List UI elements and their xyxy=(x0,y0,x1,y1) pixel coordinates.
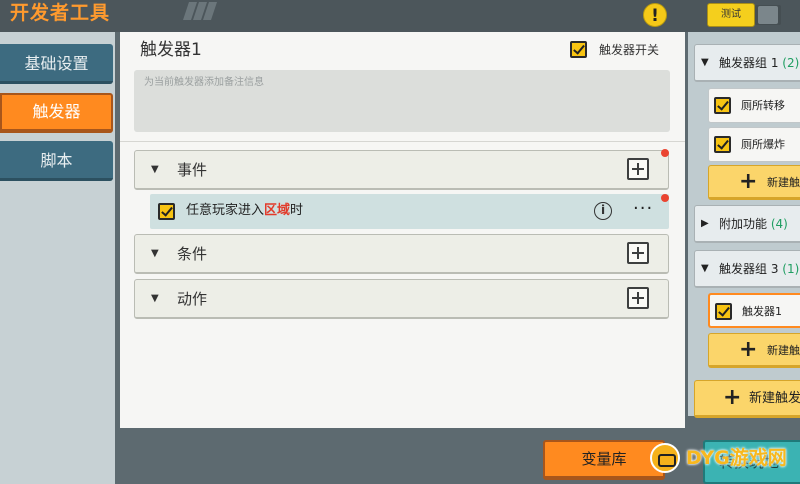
caret-down-icon[interactable]: ▼ xyxy=(151,164,159,176)
section-label: 动作 xyxy=(177,290,208,308)
notification-dot xyxy=(661,194,669,202)
section-conditions[interactable]: ▼ 条件 xyxy=(134,234,669,274)
tab-triggers[interactable]: 触发器 xyxy=(0,93,113,133)
new-trigger-button[interactable]: + 新建触 xyxy=(708,165,800,200)
info-icon[interactable]: i xyxy=(594,202,612,220)
section-actions[interactable]: ▼ 动作 xyxy=(134,279,669,319)
caret-down-icon[interactable]: ▼ xyxy=(701,57,709,69)
tab-scripts[interactable]: 脚本 xyxy=(0,141,113,181)
caret-down-icon[interactable]: ▼ xyxy=(701,263,709,275)
alert-icon[interactable]: ! xyxy=(643,3,667,27)
add-event-button[interactable] xyxy=(627,158,649,180)
header-bar xyxy=(0,0,800,32)
trigger-item-label: 厕所爆炸 xyxy=(741,138,785,151)
event-item[interactable]: 任意玩家进入区域时 i ··· xyxy=(150,194,669,229)
app-title: 开发者工具 xyxy=(10,2,111,24)
stripes-decoration-icon xyxy=(183,2,217,20)
trigger-checkbox[interactable] xyxy=(714,97,731,114)
event-text: 任意玩家进入区域时 xyxy=(186,203,304,218)
plus-icon: + xyxy=(739,169,758,194)
plus-icon: + xyxy=(739,337,758,362)
caret-right-icon[interactable]: ▶ xyxy=(701,218,709,230)
new-trigger-button[interactable]: + 新建触 xyxy=(708,333,800,368)
note-input[interactable]: 为当前触发器添加备注信息 xyxy=(134,70,670,132)
group-name: 附加功能 xyxy=(719,217,768,231)
trigger-checkbox[interactable] xyxy=(715,303,732,320)
test-toggle-knob[interactable] xyxy=(758,6,778,24)
watermark: DYG游戏网 xyxy=(650,441,800,477)
trigger-item[interactable]: 厕所转移 xyxy=(708,88,800,123)
event-checkbox[interactable] xyxy=(158,203,175,220)
caret-down-icon[interactable]: ▼ xyxy=(151,248,159,260)
notification-dot xyxy=(661,149,669,157)
group-header-extra[interactable]: ▶ 附加功能 (4) xyxy=(694,205,800,243)
section-label: 事件 xyxy=(177,161,208,179)
new-trigger-group-button[interactable]: + 新建触发 xyxy=(694,380,800,418)
trigger-item-label: 触发器1 xyxy=(742,305,782,318)
group-name: 触发器组 3 xyxy=(719,262,779,276)
add-action-button[interactable] xyxy=(627,287,649,309)
trigger-switch-label: 触发器开关 xyxy=(599,43,660,57)
new-trigger-label: 新建触发 xyxy=(749,391,800,406)
group-header-3[interactable]: ▼ 触发器组 3 (1) xyxy=(694,250,800,288)
gamepad-logo-icon xyxy=(650,443,680,473)
variables-button[interactable]: 变量库 xyxy=(543,440,665,480)
new-trigger-label: 新建触 xyxy=(767,344,800,357)
group-count: (4) xyxy=(770,217,788,231)
tab-basic-settings[interactable]: 基础设置 xyxy=(0,44,113,84)
section-label: 条件 xyxy=(177,245,208,263)
group-header-1[interactable]: ▼ 触发器组 1 (2) xyxy=(694,44,800,82)
caret-down-icon[interactable]: ▼ xyxy=(151,293,159,305)
trigger-title[interactable]: 触发器1 xyxy=(140,38,202,62)
trigger-item-label: 厕所转移 xyxy=(741,99,785,112)
group-name: 触发器组 1 xyxy=(719,56,779,70)
section-events[interactable]: ▼ 事件 xyxy=(134,150,669,190)
add-condition-button[interactable] xyxy=(627,242,649,264)
area-keyword[interactable]: 区域 xyxy=(264,203,290,218)
trigger-item-selected[interactable]: 触发器1 xyxy=(708,293,800,328)
group-count: (1) xyxy=(782,262,800,276)
more-options-icon[interactable]: ··· xyxy=(633,199,653,219)
trigger-switch-checkbox[interactable] xyxy=(570,41,587,58)
group-count: (2) xyxy=(782,56,800,70)
plus-icon: + xyxy=(723,385,742,410)
trigger-checkbox[interactable] xyxy=(714,136,731,153)
watermark-text: DYG游戏网 xyxy=(686,447,787,469)
trigger-item[interactable]: 厕所爆炸 xyxy=(708,127,800,162)
new-trigger-label: 新建触 xyxy=(767,176,800,189)
divider xyxy=(120,141,685,142)
test-button[interactable]: 测试 xyxy=(707,3,755,27)
